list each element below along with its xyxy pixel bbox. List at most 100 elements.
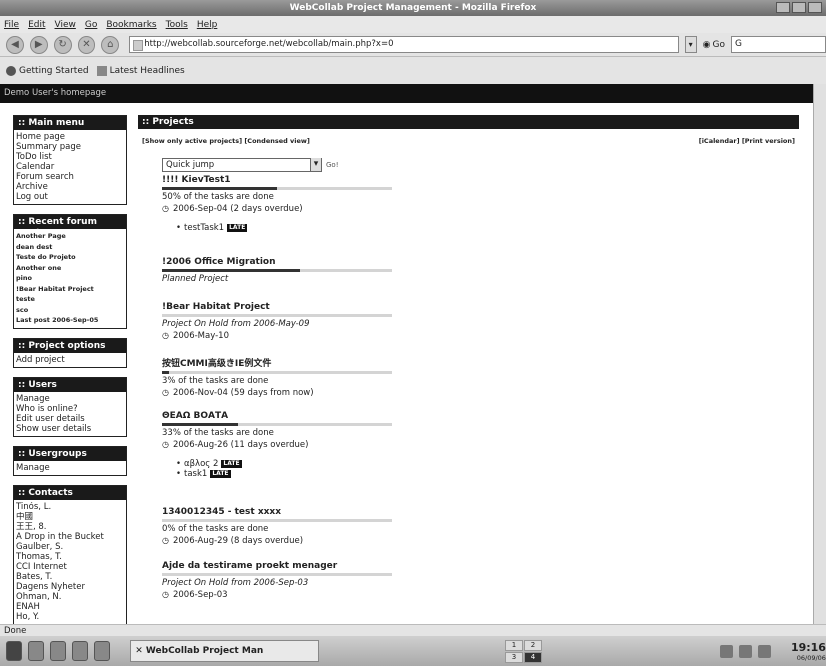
launcher-icon[interactable] — [50, 641, 67, 661]
contact-link[interactable]: Dagens Nyheter — [16, 582, 124, 592]
progress-fill — [162, 371, 169, 374]
forum-post-link[interactable]: dean dest — [16, 242, 124, 253]
menu-bookmarks[interactable]: Bookmarks — [106, 20, 156, 30]
late-badge: LATE — [221, 459, 242, 468]
page-scrollbar[interactable] — [813, 84, 826, 624]
menu-tools[interactable]: Tools — [166, 20, 188, 30]
go-button[interactable]: ◉ Go — [703, 40, 725, 50]
add-project-link[interactable]: Add project — [16, 355, 124, 365]
project-title[interactable]: !2006 Office Migration — [162, 257, 392, 267]
menu-link-summary[interactable]: Summary page — [16, 142, 124, 152]
volume-icon[interactable] — [738, 644, 752, 658]
contact-link[interactable]: Gaulber, S. — [16, 542, 124, 552]
terminal-launcher-icon[interactable] — [94, 641, 111, 661]
project-status: 33% of the tasks are done — [162, 428, 274, 438]
contact-link[interactable]: Tinós, L. — [16, 502, 124, 512]
users-manage-link[interactable]: Manage — [16, 394, 124, 404]
show-user-link[interactable]: Show user details — [16, 424, 124, 434]
project-title[interactable]: !Bear Habitat Project — [162, 302, 392, 312]
bookmark-label: Latest Headlines — [109, 65, 185, 76]
forum-post-link[interactable]: pino — [16, 273, 124, 284]
minimize-button[interactable] — [776, 2, 790, 13]
who-online-link[interactable]: Who is online? — [16, 404, 124, 414]
browser-launcher-icon[interactable] — [72, 641, 89, 661]
network-icon[interactable] — [719, 644, 733, 658]
home-icon[interactable]: ⌂ — [101, 35, 120, 54]
url-dropdown-icon[interactable]: ▾ — [684, 36, 697, 53]
reload-icon[interactable]: ↻ — [53, 35, 72, 54]
forward-icon[interactable]: ▶ — [29, 35, 48, 54]
task-link[interactable]: task1 — [184, 469, 207, 479]
window-title: WebCollab Project Management - Mozilla F… — [289, 3, 537, 13]
calendar-print-links[interactable]: [iCalendar] [Print version] — [699, 137, 795, 145]
menu-link-home[interactable]: Home page — [16, 132, 124, 142]
bookmark-latest-headlines[interactable]: Latest Headlines — [96, 65, 185, 76]
contact-link[interactable]: CCI Internet — [16, 562, 124, 572]
clock[interactable]: 19:16 06/09/06 — [791, 641, 826, 662]
system-tray — [719, 644, 771, 658]
task-link[interactable]: testTask1 — [184, 223, 224, 233]
late-badge: LATE — [210, 469, 231, 478]
clock-time: 19:16 — [790, 640, 826, 654]
forum-post-link[interactable]: Another Page — [16, 231, 124, 242]
menu-help[interactable]: Help — [197, 20, 218, 30]
workspace-1[interactable]: 1 — [504, 639, 523, 651]
stop-icon[interactable]: ✕ — [77, 35, 96, 54]
project-title[interactable]: 按钮CMMI高级きIE例文件 — [162, 356, 392, 369]
progress-bar — [162, 519, 392, 522]
view-options-links[interactable]: [Show only active projects] [Condensed v… — [142, 137, 310, 145]
forum-post-link[interactable]: Teste do Projeto — [16, 252, 124, 263]
menu-link-logout[interactable]: Log out — [16, 192, 124, 202]
contact-link[interactable]: Thomas, T. — [16, 552, 124, 562]
task-list: testTask1LATE — [176, 223, 392, 233]
workspace-2[interactable]: 2 — [523, 639, 542, 651]
contact-link[interactable]: A Drop in the Bucket — [16, 532, 124, 542]
battery-icon[interactable] — [757, 644, 771, 658]
contact-link[interactable]: 王王, 8. — [16, 522, 124, 532]
launcher-icon[interactable] — [28, 641, 45, 661]
contact-link[interactable]: ENAH — [16, 602, 124, 612]
workspace-3[interactable]: 3 — [504, 651, 523, 663]
clock-date: 06/09/06 — [796, 653, 826, 662]
url-bar[interactable]: http://webcollab.sourceforge.net/webcoll… — [129, 36, 679, 53]
project-title[interactable]: 1340012345 - test xxxx — [162, 507, 392, 517]
taskbar-window-button[interactable]: ✕ WebCollab Project Man — [130, 640, 319, 662]
menu-file[interactable]: File — [4, 20, 19, 30]
forum-post-link[interactable]: !Bear Habitat Project — [16, 284, 124, 295]
project-status: Planned Project — [162, 274, 229, 284]
bookmark-getting-started[interactable]: Getting Started — [6, 65, 89, 76]
progress-bar — [162, 314, 392, 317]
close-button[interactable] — [808, 2, 822, 13]
menu-link-forum-search[interactable]: Forum search — [16, 172, 124, 182]
project-status: 50% of the tasks are done — [162, 192, 274, 202]
menu-link-todo[interactable]: ToDo list — [16, 152, 124, 162]
quick-jump-go-button[interactable]: Go! — [326, 161, 339, 169]
usergroups-manage-link[interactable]: Manage — [16, 463, 124, 473]
contact-link[interactable]: Bates, T. — [16, 572, 124, 582]
project-title[interactable]: !!!! KievTest1 — [162, 175, 392, 185]
contacts-title: :: Contacts — [14, 485, 126, 500]
edit-user-link[interactable]: Edit user details — [16, 414, 124, 424]
contact-link[interactable]: Ohman, N. — [16, 592, 124, 602]
project-title[interactable]: Ajde da testirame proekt menager — [162, 561, 392, 571]
maximize-button[interactable] — [792, 2, 806, 13]
contact-link[interactable]: Ho, Y. — [16, 612, 124, 622]
project-options-box: :: Project options Add project — [13, 337, 127, 368]
contact-link[interactable]: 中國 — [16, 512, 124, 522]
project-deadline: 2006-Aug-26 (11 days overdue) — [162, 439, 392, 451]
forum-post-link[interactable]: Another one — [16, 263, 124, 274]
forum-post-link[interactable]: sco — [16, 305, 124, 316]
forum-post-link[interactable]: teste — [16, 294, 124, 305]
task-link[interactable]: αβλος 2 — [184, 459, 218, 469]
back-icon[interactable]: ◀ — [6, 35, 24, 54]
menu-view[interactable]: View — [55, 20, 76, 30]
menu-link-archive[interactable]: Archive — [16, 182, 124, 192]
menu-link-calendar[interactable]: Calendar — [16, 162, 124, 172]
start-menu-icon[interactable] — [6, 641, 23, 661]
menu-go[interactable]: Go — [85, 20, 97, 30]
workspace-4[interactable]: 4 — [523, 651, 542, 663]
search-input[interactable]: G — [730, 36, 826, 53]
quick-jump-select[interactable]: Quick jump — [162, 158, 322, 172]
project-title[interactable]: ΘΕΑΩ ΒΟΑΤΑ — [162, 411, 392, 421]
menu-edit[interactable]: Edit — [28, 20, 45, 30]
